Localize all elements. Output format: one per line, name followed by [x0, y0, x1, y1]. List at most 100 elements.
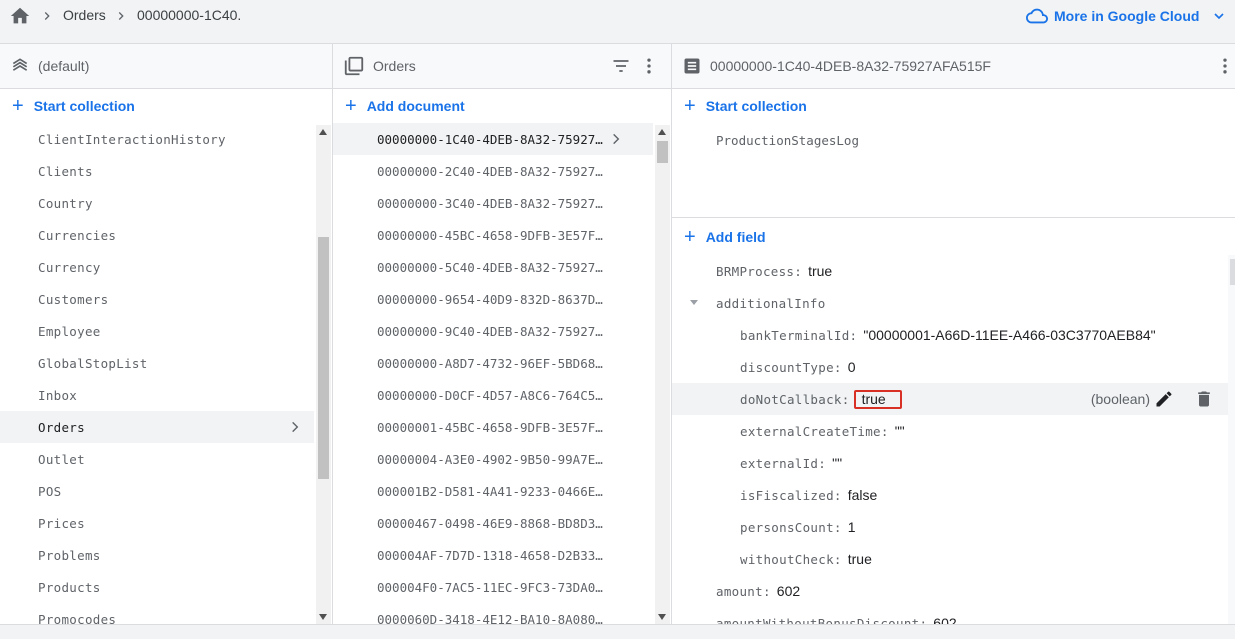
collection-item[interactable]: Currency	[0, 251, 314, 283]
root-panel: (default) + Start collection ClientInter…	[0, 44, 333, 624]
document-item-label: 00000004-A3E0-4902-9B50-99A7E…	[377, 451, 603, 467]
chevron-down-icon	[1214, 13, 1225, 20]
field-row[interactable]: externalCreateTime: ""	[672, 415, 1228, 447]
filter-icon[interactable]	[611, 56, 631, 76]
field-row[interactable]: personsCount: 1	[672, 511, 1228, 543]
scroll-thumb[interactable]	[657, 141, 668, 163]
scroll-up-arrow[interactable]	[658, 129, 666, 135]
document-icon	[684, 58, 700, 74]
document-item[interactable]: 00000000-9654-40D9-832D-8637D…	[333, 283, 653, 315]
collection-item-label: Prices	[38, 515, 85, 531]
collection-item[interactable]: Inbox	[0, 379, 314, 411]
fields-scrollbar[interactable]	[1228, 255, 1235, 624]
collection-item[interactable]: Clients	[0, 155, 314, 187]
field-value: true	[808, 263, 833, 279]
document-item-label: 00000000-9654-40D9-832D-8637D…	[377, 291, 603, 307]
edit-icon[interactable]	[1154, 389, 1174, 409]
document-item[interactable]: 00000000-A8D7-4732-96EF-5BD68…	[333, 347, 653, 379]
collection-item[interactable]: Orders	[0, 411, 314, 443]
field-row[interactable]: doNotCallback: true (boolean)	[672, 383, 1228, 415]
delete-icon[interactable]	[1194, 389, 1214, 409]
start-collection-button[interactable]: + Start collection	[0, 89, 332, 123]
field-row[interactable]: amountWithoutBonusDiscount: 602	[672, 607, 1228, 624]
document-item-label: 0000060D-3418-4E12-BA10-8A080…	[377, 611, 603, 625]
chevron-right-icon	[118, 12, 124, 20]
field-row[interactable]: bankTerminalId: "00000001-A66D-11EE-A466-…	[672, 319, 1228, 351]
collection-item-label: POS	[38, 483, 62, 499]
more-vert-icon[interactable]	[639, 56, 659, 76]
document-item[interactable]: 000004F0-7AC5-11EC-9FC3-73DA0…	[333, 571, 653, 603]
collection-item[interactable]: ClientInteractionHistory	[0, 123, 314, 155]
document-item[interactable]: 00000000-3C40-4DEB-8A32-75927…	[333, 187, 653, 219]
home-icon[interactable]	[9, 5, 31, 27]
collection-item[interactable]: Customers	[0, 283, 314, 315]
scroll-down-arrow[interactable]	[658, 614, 666, 620]
root-panel-header: (default)	[0, 44, 332, 89]
document-item-label: 00000467-0498-46E9-8868-BD8D3…	[377, 515, 603, 531]
add-field-button[interactable]: + Add field	[672, 219, 1235, 255]
field-value: true	[853, 389, 902, 409]
scroll-thumb[interactable]	[318, 237, 329, 479]
field-row[interactable]: externalId: ""	[672, 447, 1228, 479]
document-item-label: 00000001-45BC-4658-9DFB-3E57F…	[377, 419, 603, 435]
collection-item-label: Orders	[38, 419, 85, 435]
document-panel: 00000000-1C40-4DEB-8A32-75927AFA515F + S…	[672, 44, 1235, 624]
collection-item[interactable]: Prices	[0, 507, 314, 539]
document-item[interactable]: 00000004-A3E0-4902-9B50-99A7E…	[333, 443, 653, 475]
collection-item[interactable]: Promocodes	[0, 603, 314, 625]
collection-item[interactable]: Outlet	[0, 443, 314, 475]
document-item[interactable]: 00000000-D0CF-4D57-A8C6-764C5…	[333, 379, 653, 411]
start-subcollection-button[interactable]: + Start collection	[672, 89, 1235, 123]
more-in-google-cloud-button[interactable]: More in Google Cloud	[1026, 5, 1233, 27]
collection-item[interactable]: Products	[0, 571, 314, 603]
collection-scrollbar[interactable]	[316, 125, 331, 624]
plus-icon: +	[684, 95, 696, 117]
collection-item-label: ClientInteractionHistory	[38, 131, 226, 147]
scroll-thumb[interactable]	[1230, 259, 1235, 285]
collection-item[interactable]: POS	[0, 475, 314, 507]
breadcrumb-orders[interactable]: Orders	[63, 7, 106, 23]
collection-item-label: Promocodes	[38, 611, 117, 625]
collection-item[interactable]: GlobalStopList	[0, 347, 314, 379]
document-item[interactable]: 00000000-1C40-4DEB-8A32-75927…	[333, 123, 653, 155]
document-item[interactable]: 000004AF-7D7D-1318-4658-D2B33…	[333, 539, 653, 571]
field-row[interactable]: withoutCheck: true	[672, 543, 1228, 575]
divider	[672, 217, 1235, 218]
cloud-icon	[1026, 8, 1048, 24]
field-key: amount:	[716, 583, 771, 599]
document-item[interactable]: 00000001-45BC-4658-9DFB-3E57F…	[333, 411, 653, 443]
document-item[interactable]: 00000000-45BC-4658-9DFB-3E57F…	[333, 219, 653, 251]
field-value: false	[847, 487, 878, 503]
field-row[interactable]: isFiscalized: false	[672, 479, 1228, 511]
collection-item[interactable]: Currencies	[0, 219, 314, 251]
document-item[interactable]: 000001B2-D581-4A41-9233-0466E…	[333, 475, 653, 507]
field-value: 1	[847, 519, 856, 535]
field-row[interactable]: discountType: 0	[672, 351, 1228, 383]
expand-triangle-icon[interactable]	[690, 300, 698, 305]
document-scrollbar[interactable]	[655, 125, 670, 624]
field-key: discountType:	[740, 359, 842, 375]
collection-item[interactable]: Country	[0, 187, 314, 219]
plus-icon: +	[345, 95, 357, 117]
field-row[interactable]: additionalInfo	[672, 287, 1228, 319]
field-row[interactable]: amount: 602	[672, 575, 1228, 607]
breadcrumb-document[interactable]: 00000000-1C40.	[137, 7, 241, 23]
document-item[interactable]: 00000000-5C40-4DEB-8A32-75927…	[333, 251, 653, 283]
document-item[interactable]: 00000000-2C40-4DEB-8A32-75927…	[333, 155, 653, 187]
database-title: (default)	[38, 58, 90, 74]
collection-item[interactable]: Employee	[0, 315, 314, 347]
document-item[interactable]: 00000000-9C40-4DEB-8A32-75927…	[333, 315, 653, 347]
subcollection-item[interactable]: ProductionStagesLog	[716, 133, 859, 148]
add-document-button[interactable]: + Add document	[333, 89, 671, 123]
scroll-up-arrow[interactable]	[319, 129, 327, 135]
collection-item[interactable]: Problems	[0, 539, 314, 571]
more-vert-icon[interactable]	[1215, 56, 1235, 76]
document-item[interactable]: 00000467-0498-46E9-8868-BD8D3…	[333, 507, 653, 539]
scroll-down-arrow[interactable]	[319, 614, 327, 620]
field-value: ""	[894, 423, 905, 439]
field-row[interactable]: BRMProcess: true	[672, 255, 1228, 287]
collection-item-label: Problems	[38, 547, 101, 563]
collection-title: Orders	[373, 58, 416, 74]
document-item[interactable]: 0000060D-3418-4E12-BA10-8A080…	[333, 603, 653, 625]
document-item-label: 00000000-1C40-4DEB-8A32-75927…	[377, 131, 603, 147]
